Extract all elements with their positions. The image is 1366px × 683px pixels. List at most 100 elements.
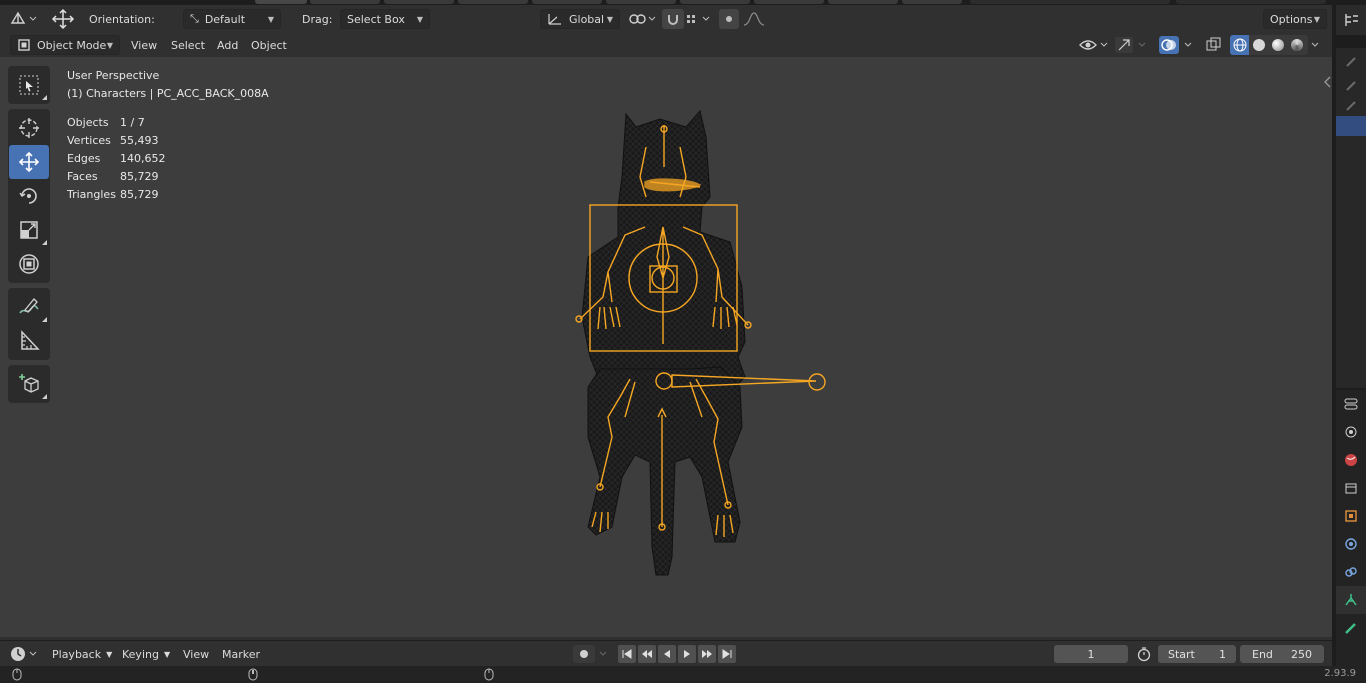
- prev-keyframe-button[interactable]: [638, 645, 656, 663]
- snap-toggle[interactable]: [662, 9, 684, 29]
- play-reverse-button[interactable]: [658, 645, 676, 663]
- workspace-tab[interactable]: [532, 0, 602, 4]
- falloff-dropdown[interactable]: [742, 9, 770, 29]
- bone-data-icon: [1345, 623, 1356, 634]
- menu-select[interactable]: Select: [165, 35, 211, 55]
- proportional-edit-icon: [726, 16, 732, 22]
- stat-label: Edges: [67, 152, 101, 165]
- editor-type-button[interactable]: [8, 9, 40, 29]
- orientation-dropdown[interactable]: ⤡ Default ▼: [183, 9, 281, 29]
- tab-constraints[interactable]: [1336, 558, 1366, 586]
- start-frame-field[interactable]: Start 1: [1158, 645, 1236, 663]
- tab-render[interactable]: [1336, 418, 1366, 446]
- rotate-tool[interactable]: [9, 179, 49, 213]
- next-keyframe-button[interactable]: [698, 645, 716, 663]
- tool-shelf: [8, 66, 50, 408]
- view-perspective-label: User Perspective: [67, 69, 160, 82]
- constraint-icon: [1345, 567, 1357, 577]
- workspace-tab-active[interactable]: [255, 0, 307, 4]
- annotate-tool[interactable]: [9, 290, 49, 324]
- properties-editor-type-button[interactable]: [1336, 390, 1366, 418]
- overlays-toggle[interactable]: [1158, 35, 1198, 55]
- menu-object[interactable]: Object: [245, 35, 293, 55]
- tab-object[interactable]: [1336, 502, 1366, 530]
- tab-world[interactable]: [1336, 446, 1366, 474]
- outliner-row[interactable]: [1336, 48, 1366, 76]
- stat-value: 55,493: [120, 134, 159, 147]
- material-shading-icon[interactable]: [1268, 35, 1287, 55]
- collection-icon: [1345, 483, 1357, 494]
- xray-toggle[interactable]: [1204, 35, 1226, 55]
- shading-options-dropdown[interactable]: [1308, 35, 1324, 55]
- jump-start-button[interactable]: [618, 645, 636, 663]
- stat-value: 1 / 7: [120, 116, 145, 129]
- preview-range-toggle[interactable]: [1134, 644, 1154, 664]
- axis-icon: [548, 14, 561, 25]
- workspace-tab[interactable]: [310, 0, 380, 4]
- wireframe-shading-icon[interactable]: [1230, 35, 1249, 55]
- play-button[interactable]: [678, 645, 696, 663]
- gizmo-toggle[interactable]: [1114, 35, 1150, 55]
- chevron-down-icon: ▼: [267, 14, 274, 24]
- workspace-tab[interactable]: [902, 0, 962, 4]
- options-dropdown[interactable]: Options ▼: [1263, 9, 1327, 29]
- workspace-tab[interactable]: [458, 0, 528, 4]
- viewport-header: Object Mode ▼ View Select Add Object: [0, 33, 1332, 57]
- jump-end-button[interactable]: [718, 645, 736, 663]
- sidebar-toggle-icon[interactable]: [1322, 75, 1332, 89]
- menu-view[interactable]: View: [125, 35, 163, 55]
- scale-tool[interactable]: [9, 213, 49, 247]
- auto-keying-toggle[interactable]: [572, 644, 612, 664]
- select-box-tool[interactable]: [9, 68, 49, 102]
- end-frame-field[interactable]: End 250: [1240, 645, 1324, 663]
- solid-shading-icon[interactable]: [1249, 35, 1268, 55]
- measure-tool[interactable]: [9, 324, 49, 358]
- scale-icon: [20, 221, 38, 239]
- outliner-row[interactable]: [1336, 76, 1366, 96]
- cursor-tool[interactable]: [9, 111, 49, 145]
- pivot-point-button[interactable]: [626, 9, 658, 29]
- tab-physics[interactable]: [1336, 530, 1366, 558]
- snap-target-dropdown[interactable]: [684, 9, 714, 29]
- menu-view[interactable]: View: [177, 644, 215, 664]
- visibility-dropdown[interactable]: [1078, 35, 1110, 55]
- viewport-text-overlay: User Perspective (1) Characters | PC_ACC…: [67, 67, 269, 204]
- current-frame-field[interactable]: 1: [1054, 645, 1128, 663]
- mouse-left-icon: [12, 668, 22, 683]
- tab-collection[interactable]: [1336, 474, 1366, 502]
- menu-keying[interactable]: Keying ▼: [116, 644, 176, 664]
- play-icon: [684, 650, 690, 658]
- drag-dropdown[interactable]: Select Box ▼: [340, 9, 430, 29]
- menu-add[interactable]: Add: [211, 35, 244, 55]
- proportional-edit-toggle[interactable]: [719, 9, 739, 29]
- scene-selector[interactable]: [970, 0, 1170, 4]
- workspace-tab[interactable]: [606, 0, 676, 4]
- add-cube-tool[interactable]: [9, 367, 49, 401]
- transform-tool[interactable]: [9, 247, 49, 281]
- rendered-shading-icon[interactable]: [1287, 35, 1306, 55]
- tab-bone[interactable]: [1336, 614, 1366, 642]
- stat-value: 85,729: [120, 170, 159, 183]
- transform-orientation-dropdown[interactable]: Global ▼: [540, 9, 620, 29]
- timeline-editor-type-button[interactable]: [8, 644, 40, 664]
- move-tool[interactable]: [9, 145, 49, 179]
- mode-dropdown[interactable]: Object Mode ▼: [10, 35, 120, 55]
- workspace-tab[interactable]: [680, 0, 750, 4]
- menu-marker[interactable]: Marker: [216, 644, 266, 664]
- workspace-tab[interactable]: [384, 0, 454, 4]
- menu-playback[interactable]: Playback ▼: [46, 644, 118, 664]
- transform-icon: [19, 254, 39, 274]
- view-layer-selector[interactable]: [1176, 0, 1326, 4]
- active-object-label: (1) Characters | PC_ACC_BACK_008A: [67, 87, 269, 100]
- tool-group-add: [8, 365, 50, 403]
- move-icon: [18, 151, 40, 173]
- timeline-header: Playback ▼ Keying ▼ View Marker 1 Start 1 …: [0, 640, 1332, 666]
- workspace-tab[interactable]: [828, 0, 898, 4]
- outliner-selected-row[interactable]: [1336, 116, 1366, 136]
- tab-armature[interactable]: [1336, 586, 1366, 614]
- outliner-editor-type-button[interactable]: [1336, 5, 1366, 35]
- play-reverse-icon: [664, 650, 670, 658]
- outliner-row[interactable]: [1336, 96, 1366, 116]
- workspace-tab[interactable]: [754, 0, 824, 4]
- editor-type-icon: [10, 11, 37, 24]
